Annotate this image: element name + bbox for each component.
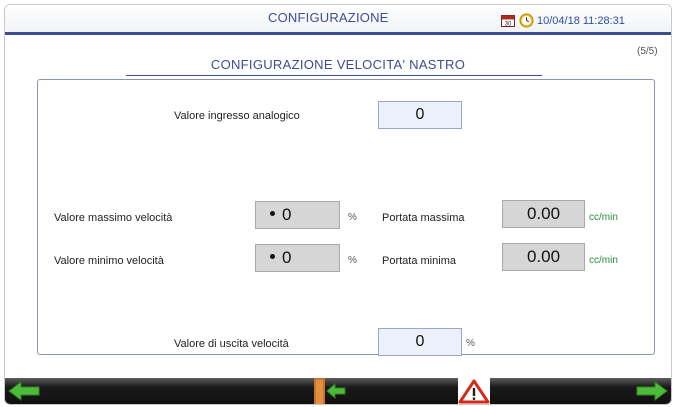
min-speed-field[interactable]: 0: [255, 244, 340, 272]
analog-input-field[interactable]: 0: [378, 101, 462, 129]
max-speed-field[interactable]: 0: [255, 201, 340, 229]
speed-output-field[interactable]: 0: [378, 328, 462, 356]
exit-button[interactable]: [310, 378, 350, 404]
panel-title: CONFIGURAZIONE VELOCITA' NASTRO: [210, 57, 466, 72]
warning-triangle-icon: [458, 378, 490, 404]
min-speed-value: 0: [282, 248, 292, 267]
bullet-icon: [270, 254, 275, 260]
datetime-display: 10/04/18 11:28:31: [537, 15, 625, 27]
max-speed-value: 0: [282, 205, 292, 224]
speed-output-unit: %: [466, 338, 475, 349]
max-flow-label: Portata massima: [382, 212, 465, 224]
calendar-icon: 30: [501, 15, 515, 28]
alarm-button[interactable]: [454, 378, 494, 404]
green-arrow-left-icon: [8, 381, 40, 401]
min-speed-label: Valore minimo velocità: [54, 255, 164, 267]
prev-page-button[interactable]: [5, 378, 45, 404]
title-divider: [126, 75, 542, 76]
page-indicator: (5/5): [637, 46, 658, 57]
footer-nav-bar: [5, 378, 671, 404]
page-title: CONFIGURAZIONE: [268, 10, 389, 25]
hmi-screen: CONFIGURAZIONE 30 10/04/18 11:28:31 (5/5…: [4, 4, 672, 405]
max-speed-label: Valore massimo velocità: [54, 212, 173, 224]
exit-door-icon: [314, 378, 346, 404]
max-flow-unit: cc/min: [589, 212, 618, 223]
settings-panel: Valore ingresso analogico 0 Valore massi…: [37, 79, 655, 356]
max-speed-unit: %: [348, 212, 357, 223]
min-flow-field[interactable]: 0.00: [502, 243, 585, 271]
clock-icon: [519, 13, 534, 28]
next-page-button[interactable]: [631, 378, 671, 404]
min-speed-unit: %: [348, 255, 357, 266]
min-flow-label: Portata minima: [382, 255, 456, 267]
header-bar: CONFIGURAZIONE 30 10/04/18 11:28:31: [5, 5, 671, 35]
bullet-icon: [270, 211, 275, 217]
speed-output-label: Valore di uscita velocità: [174, 338, 289, 350]
analog-input-label: Valore ingresso analogico: [174, 110, 300, 122]
green-arrow-right-icon: [636, 381, 668, 401]
min-flow-unit: cc/min: [589, 255, 618, 266]
calendar-day: 30: [505, 22, 512, 28]
max-flow-field[interactable]: 0.00: [502, 200, 585, 228]
